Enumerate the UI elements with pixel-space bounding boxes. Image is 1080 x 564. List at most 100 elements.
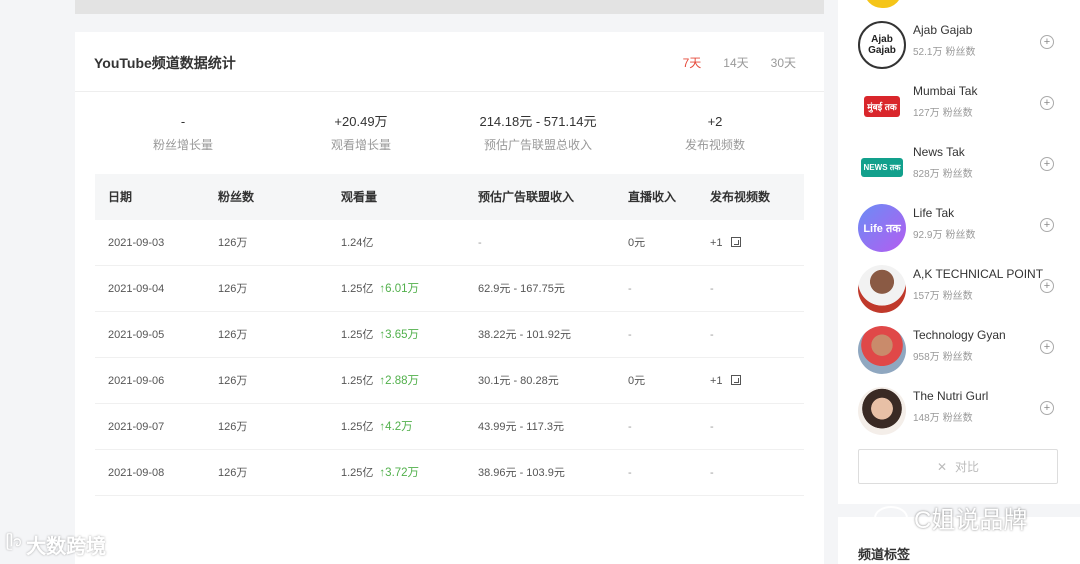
channel-name[interactable]: News Tak bbox=[913, 145, 965, 159]
cell-live-revenue: - bbox=[628, 283, 632, 295]
add-channel-button[interactable]: + bbox=[1040, 96, 1054, 110]
channel-fans: 52.1万 粉丝数 bbox=[913, 43, 975, 58]
channel-item-the-nutri-gurl[interactable]: The Nutri Gurl 148万 粉丝数 + bbox=[858, 387, 1068, 437]
channel-item-life-tak[interactable]: Life तक Life Tak 92.9万 粉丝数 + bbox=[858, 204, 1068, 254]
channel-name[interactable]: Technology Gyan bbox=[913, 328, 1006, 342]
channel-item-ak-technical-point[interactable]: A,K TECHNICAL POINT 157万 粉丝数 + bbox=[858, 265, 1068, 315]
avatar bbox=[858, 326, 906, 374]
cell-date: 2021-09-06 bbox=[108, 375, 165, 387]
header-videos: 发布视频数 bbox=[710, 190, 771, 204]
views-increase: ↑6.01万 bbox=[379, 283, 419, 295]
fans-label: 粉丝数 bbox=[945, 47, 976, 58]
channel-fans: 148万 粉丝数 bbox=[913, 409, 973, 424]
cell-fans: 126万 bbox=[218, 237, 248, 249]
header-date: 日期 bbox=[108, 190, 133, 204]
cell-views: 1.25亿 ↑6.01万 bbox=[341, 266, 419, 311]
watermark-right: C姐说品牌 bbox=[874, 500, 1027, 535]
channel-item-ajab-gajab[interactable]: Ajab Gajab Ajab Gajab 52.1万 粉丝数 + bbox=[858, 21, 1068, 71]
tab-30-days[interactable]: 30天 bbox=[771, 54, 796, 71]
cell-date: 2021-09-04 bbox=[108, 283, 165, 295]
compare-label: 对比 bbox=[955, 460, 980, 474]
channel-fans: 958万 粉丝数 bbox=[913, 348, 973, 363]
channel-item-mumbai-tak[interactable]: मुंबई तक Mumbai Tak 127万 粉丝数 + bbox=[858, 82, 1068, 132]
channel-item-news-tak[interactable]: NEWS तक News Tak 828万 粉丝数 + bbox=[858, 143, 1068, 193]
table-row: 2021-09-06 126万 1.25亿 ↑2.88万 30.1元 - 80.2… bbox=[95, 358, 804, 404]
fans-count: 148万 bbox=[913, 413, 940, 424]
wechat-icon bbox=[874, 505, 908, 530]
cell-videos: - bbox=[710, 450, 714, 495]
add-channel-button[interactable]: + bbox=[1040, 218, 1054, 232]
card-title: YouTube频道数据统计 bbox=[94, 55, 236, 71]
add-channel-button[interactable]: + bbox=[1040, 35, 1054, 49]
plus-icon: + bbox=[1043, 96, 1051, 109]
views-increase: ↑3.72万 bbox=[379, 467, 419, 479]
plus-icon: + bbox=[1043, 340, 1051, 353]
header-ad-revenue: 预估广告联盟收入 bbox=[478, 190, 575, 204]
views-value: 1.25亿 bbox=[341, 467, 374, 479]
daily-stats-table: 日期 粉丝数 观看量 预估广告联盟收入 直播收入 发布视频数 2021-09-0… bbox=[95, 174, 804, 496]
cell-videos: - bbox=[710, 404, 714, 449]
channel-name[interactable]: A,K TECHNICAL POINT bbox=[913, 267, 1043, 281]
cell-date: 2021-09-03 bbox=[108, 237, 165, 249]
header-live-revenue: 直播收入 bbox=[628, 190, 677, 204]
cell-fans: 126万 bbox=[218, 421, 248, 433]
summary-label: 发布视频数 bbox=[684, 138, 746, 152]
tab-14-days[interactable]: 14天 bbox=[723, 54, 748, 71]
add-channel-button[interactable]: + bbox=[1040, 401, 1054, 415]
views-increase: ↑3.65万 bbox=[379, 329, 419, 341]
add-channel-button[interactable]: + bbox=[1040, 340, 1054, 354]
channel-item-technology-gyan[interactable]: Technology Gyan 958万 粉丝数 + bbox=[858, 326, 1068, 376]
views-increase-value: 2.88万 bbox=[385, 375, 420, 387]
table-header: 日期 粉丝数 观看量 预估广告联盟收入 直播收入 发布视频数 bbox=[95, 174, 804, 220]
fans-label: 粉丝数 bbox=[942, 169, 973, 180]
channel-name[interactable]: The Nutri Gurl bbox=[913, 389, 988, 403]
fans-label: 粉丝数 bbox=[942, 108, 973, 119]
cell-ad-revenue: 43.99元 - 117.3元 bbox=[478, 421, 565, 433]
fans-count: 52.1万 bbox=[913, 47, 943, 58]
open-video-icon[interactable] bbox=[730, 237, 741, 247]
cell-videos: - bbox=[710, 312, 714, 357]
views-increase-value: 3.72万 bbox=[385, 467, 420, 479]
avatar: Ajab Gajab bbox=[858, 21, 906, 69]
avatar bbox=[858, 265, 906, 313]
plus-icon: + bbox=[1043, 218, 1051, 231]
add-channel-button[interactable]: + bbox=[1040, 157, 1054, 171]
fans-count: 157万 bbox=[913, 291, 940, 302]
header-fans: 粉丝数 bbox=[218, 190, 255, 204]
avatar bbox=[858, 387, 906, 435]
cell-videos: +1 bbox=[710, 220, 741, 265]
views-increase-value: 6.01万 bbox=[385, 283, 420, 295]
fans-label: 粉丝数 bbox=[945, 230, 976, 241]
channel-name[interactable]: Mumbai Tak bbox=[913, 84, 977, 98]
table-row: 2021-09-03 126万 1.24亿 - 0元 +1 bbox=[95, 220, 804, 266]
fans-label: 粉丝数 bbox=[942, 413, 973, 424]
tab-7-days[interactable]: 7天 bbox=[683, 54, 702, 71]
summary-label: 观看增长量 bbox=[330, 138, 392, 152]
channel-name[interactable]: Ajab Gajab bbox=[913, 23, 972, 37]
summary-value: - bbox=[180, 114, 186, 129]
similar-channels-sidebar: Ajab Gajab Ajab Gajab 52.1万 粉丝数 + मुंबई त… bbox=[838, 0, 1080, 504]
watermark-logo-icon: ᥫ᭡ bbox=[6, 533, 23, 549]
summary-videos-published: +2 发布视频数 bbox=[685, 112, 745, 153]
table-row: 2021-09-05 126万 1.25亿 ↑3.65万 38.22元 - 101… bbox=[95, 312, 804, 358]
header-views: 观看量 bbox=[341, 190, 378, 204]
cell-views: 1.25亿 ↑3.65万 bbox=[341, 312, 419, 357]
views-value: 1.24亿 bbox=[341, 237, 374, 249]
views-increase-value: 3.65万 bbox=[385, 329, 420, 341]
cell-videos: - bbox=[710, 266, 714, 311]
cell-ad-revenue: 30.1元 - 80.28元 bbox=[478, 375, 559, 387]
plus-icon: + bbox=[1043, 157, 1051, 170]
videos-value: +1 bbox=[710, 237, 723, 249]
card-header: YouTube频道数据统计 7天 14天 30天 bbox=[75, 32, 824, 92]
cell-live-revenue: - bbox=[628, 421, 632, 433]
plus-icon: + bbox=[1043, 279, 1051, 292]
channel-name[interactable]: Life Tak bbox=[913, 206, 954, 220]
open-video-icon[interactable] bbox=[730, 375, 741, 385]
cell-fans: 126万 bbox=[218, 375, 248, 387]
cell-ad-revenue: 62.9元 - 167.75元 bbox=[478, 283, 565, 295]
add-channel-button[interactable]: + bbox=[1040, 279, 1054, 293]
compare-button[interactable]: ✕ 对比 bbox=[858, 449, 1058, 484]
channel-fans: 157万 粉丝数 bbox=[913, 287, 973, 302]
fans-count: 127万 bbox=[913, 108, 940, 119]
views-value: 1.25亿 bbox=[341, 421, 374, 433]
